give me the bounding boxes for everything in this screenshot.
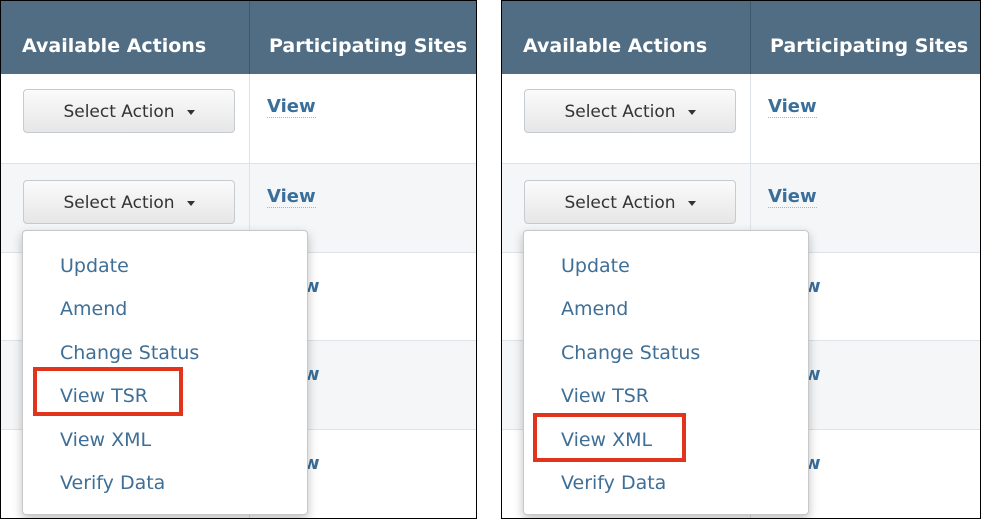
menu-item-change-status[interactable]: Change Status (60, 342, 199, 364)
menu-item-update[interactable]: Update (60, 255, 129, 277)
select-action-label: Select Action (564, 193, 676, 213)
panel-left: Available Actions Participating Sites Se… (0, 0, 477, 519)
menu-item-amend[interactable]: Amend (561, 298, 628, 320)
menu-item-update[interactable]: Update (561, 255, 630, 277)
select-action-label: Select Action (564, 102, 676, 122)
header-divider (249, 1, 250, 74)
select-action-button-open[interactable]: Select Action (23, 180, 235, 224)
view-sites-link[interactable]: View (768, 97, 817, 118)
menu-item-view-tsr[interactable]: View TSR (561, 385, 649, 407)
select-action-button-open[interactable]: Select Action (524, 180, 736, 224)
select-action-label: Select Action (63, 102, 175, 122)
column-header-participating-sites[interactable]: Participating Sites (269, 1, 467, 74)
menu-item-view-xml[interactable]: View XML (60, 429, 151, 451)
view-sites-link[interactable]: View (768, 187, 817, 208)
column-header-available-actions[interactable]: Available Actions (523, 1, 748, 74)
select-action-label: Select Action (63, 193, 175, 213)
caret-down-icon (186, 109, 195, 115)
caret-down-icon (687, 109, 696, 115)
panel-right: Available Actions Participating Sites Se… (501, 0, 981, 519)
menu-item-verify-data[interactable]: Verify Data (561, 472, 666, 494)
header-divider (750, 1, 751, 74)
menu-item-amend[interactable]: Amend (60, 298, 127, 320)
highlight-box (533, 413, 686, 462)
select-action-button[interactable]: Select Action (524, 89, 736, 133)
menu-item-change-status[interactable]: Change Status (561, 342, 700, 364)
caret-down-icon (186, 200, 195, 206)
table-header: Available Actions Participating Sites (1, 1, 476, 74)
menu-item-verify-data[interactable]: Verify Data (60, 472, 165, 494)
table-header: Available Actions Participating Sites (502, 1, 980, 74)
highlight-box (33, 367, 183, 416)
column-header-available-actions[interactable]: Available Actions (22, 1, 247, 74)
caret-down-icon (687, 200, 696, 206)
column-header-participating-sites[interactable]: Participating Sites (770, 1, 968, 74)
action-dropdown-menu: Update Amend Change Status View TSR View… (523, 230, 809, 515)
select-action-button[interactable]: Select Action (23, 89, 235, 133)
view-sites-link[interactable]: View (267, 97, 316, 118)
view-sites-link[interactable]: View (267, 187, 316, 208)
